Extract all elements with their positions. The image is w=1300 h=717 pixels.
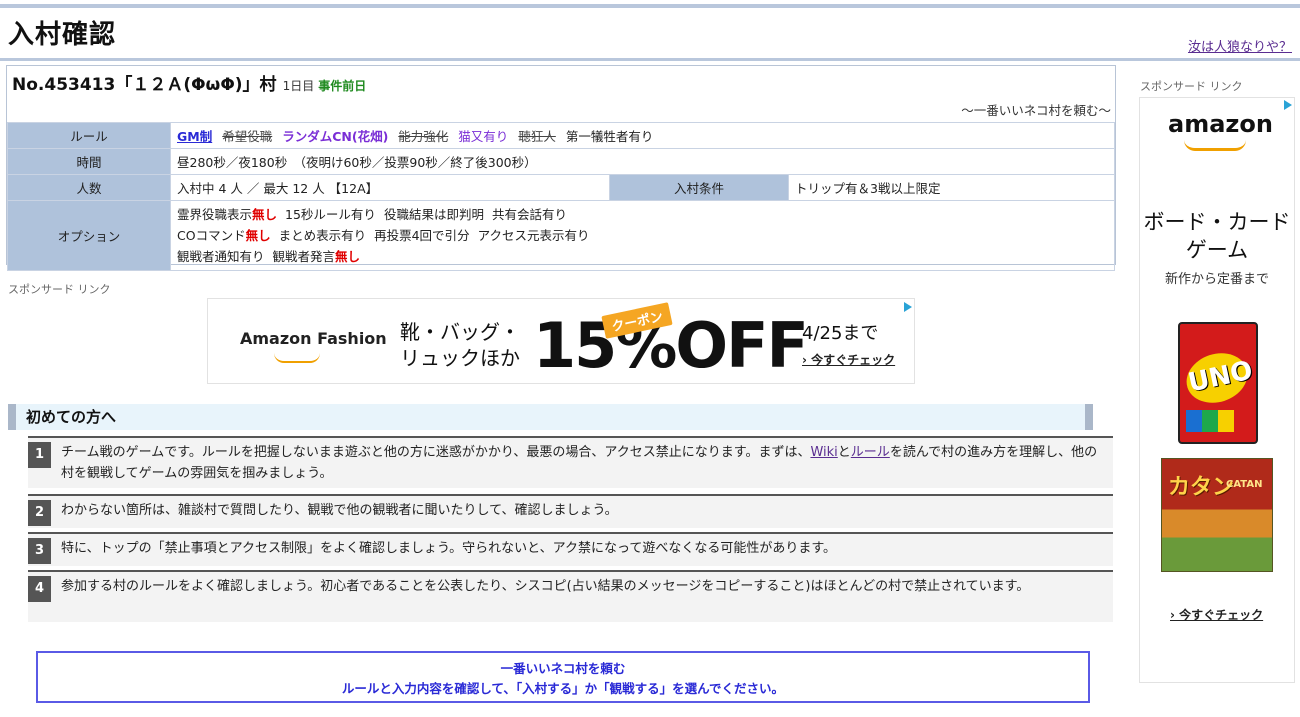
notice-number: 3 (28, 538, 51, 564)
sponsor-label: スポンサード リンク (8, 283, 111, 296)
village-phase: 事件前日 (318, 79, 367, 93)
banner-goods-line1: 靴・バッグ・ (400, 320, 520, 344)
opt-15sec: 15秒ルール有り (285, 207, 376, 222)
adchoices-icon[interactable] (1284, 100, 1292, 110)
side-ad-check-link[interactable]: › 今すぐチェック (1170, 606, 1263, 623)
notice-item-4: 4 参加する村のルールをよく確認しましょう。初心者であることを公表したり、シスコ… (28, 570, 1113, 622)
opt-co-none: 無し (245, 228, 271, 243)
home-link[interactable]: 汝は人狼なりや？ (1188, 36, 1292, 55)
cond-value: トリップ有＆3戦以上限定 (788, 174, 1115, 201)
uno-cards (1186, 410, 1250, 432)
opt-spectator-notice: 観戦者通知有り (177, 249, 265, 264)
notice-number: 2 (28, 500, 51, 526)
notice-text: 参加する村のルールをよく確認しましょう。初心者であることを公表したり、シスコピ(… (61, 579, 1030, 594)
time-row: 時間 昼280秒／夜180秒 （夜明け60秒／投票90秒／終了後300秒） (7, 148, 1115, 175)
opt-spectator-talk: 観戦者発言 (272, 249, 336, 264)
first-time-title: 初めての方へ (8, 404, 1093, 430)
rule-gisei: 第一犠牲者有り (565, 129, 654, 144)
notice-text: 特に、トップの「禁止事項とアクセス制限」をよく確認しましょう。守られないと、アク… (61, 541, 837, 556)
banner-ad[interactable]: Amazon Fashion 靴・バッグ・ リュックほか 15%OFF クーポン… (207, 298, 915, 384)
notice-item-1: 1 チーム戦のゲームです。ルールを把握しないまま遊ぶと他の方に迷惑がかかり、最悪… (28, 436, 1113, 488)
ninzu-label: 人数 (7, 174, 171, 201)
amazon-smile-icon (274, 353, 320, 363)
notice-item-3: 3 特に、トップの「禁止事項とアクセス制限」をよく確認しましょう。守られないと、… (28, 532, 1113, 566)
notice-text-part: チーム戦のゲームです。ルールを把握しないまま遊ぶと他の方に迷惑がかかり、最悪の場… (61, 445, 811, 460)
catan-logo-text: カタン (1168, 474, 1235, 500)
rule-nouryoku: 能力強化 (398, 129, 449, 144)
option-label: オプション (7, 200, 171, 271)
banner-goods: 靴・バッグ・ リュックほか (400, 319, 520, 371)
notice-item-2: 2 わからない箇所は、雑談村で質問したり、観戦で他の観戦者に聞いたりして、確認し… (28, 494, 1113, 528)
side-ad[interactable]: amazon ボード・カードゲーム 新作から定番まで UNO カタン CATAN… (1139, 97, 1295, 683)
side-ad-heading: ボード・カードゲーム (1143, 210, 1291, 262)
cond-label: 入村条件 (609, 174, 789, 201)
rule-gm-link[interactable]: GM制 (177, 129, 212, 144)
title-rule (0, 58, 1300, 61)
opt-kyouyu: 共有会話有り (491, 207, 567, 222)
top-rule (0, 4, 1300, 8)
side-ad-sub: 新作から定番まで (1164, 272, 1269, 287)
page-title: 入村確認 (8, 20, 117, 50)
rule-row: ルール GM制 希望役職 ランダムCN(花畑) 能力強化 猫又有り 聴狂人 第一犠牲者有り (7, 122, 1115, 149)
notice-number: 4 (28, 576, 51, 602)
side-ad-brand: amazon (1168, 110, 1273, 138)
side-sponsor-label: スポンサード リンク (1140, 80, 1243, 93)
banner-check-link[interactable]: › 今すぐチェック (802, 351, 895, 368)
opt-reikai: 霊界役職表示 (177, 207, 253, 222)
opt-matome: まとめ表示有り (278, 228, 367, 243)
opt-reikai-none: 無し (252, 207, 278, 222)
time-value: 昼280秒／夜180秒 （夜明け60秒／投票90秒／終了後300秒） (170, 148, 1115, 175)
village-title: No.453413「１２Ａ(ΦωΦ)」村 (12, 75, 277, 95)
ninzu-row: 人数 入村中 4 人 ／ 最大 12 人 【12A】 入村条件 トリップ有＆3戦… (7, 174, 1115, 201)
wiki-link[interactable]: Wiki (810, 445, 837, 460)
notice-text-part: と (837, 445, 851, 460)
opt-access: アクセス元表示有り (477, 228, 590, 243)
rule-random-cn: ランダムCN(花畑) (282, 129, 389, 144)
confirm-message: 一番いいネコ村を頼む ルールと入力内容を確認して、「入村する」か「観戦する」を選… (36, 651, 1090, 703)
rule-link[interactable]: ルール (851, 445, 890, 460)
time-label: 時間 (7, 148, 171, 175)
rule-kibou: 希望役職 (222, 129, 273, 144)
banner-brand: Amazon Fashion (240, 329, 387, 348)
banner-goods-line2: リュックほか (400, 346, 520, 370)
option-row: オプション 霊界役職表示無し 15秒ルール有り 役職結果は即判明 共有会話有り COコ… (7, 200, 1115, 271)
opt-revote: 再投票4回で引分 (374, 228, 470, 243)
rule-kyoujin: 聴狂人 (518, 129, 556, 144)
amazon-smile-icon (1184, 140, 1246, 151)
ninzu-value: 入村中 4 人 ／ 最大 12 人 【12A】 (170, 174, 610, 201)
opt-result: 役職結果は即判明 (383, 207, 484, 222)
rule-values: GM制 希望役職 ランダムCN(花畑) 能力強化 猫又有り 聴狂人 第一犠牲者有り (170, 122, 1115, 149)
catan-logo-sub: CATAN (1226, 479, 1263, 490)
confirm-line1: 一番いいネコ村を頼む (500, 661, 626, 676)
uno-product-image[interactable]: UNO (1178, 322, 1258, 444)
notice-text: チーム戦のゲームです。ルールを把握しないまま遊ぶと他の方に迷惑がかかり、最悪の場… (61, 438, 1113, 490)
catan-product-image[interactable]: カタン CATAN (1161, 458, 1273, 572)
option-values: 霊界役職表示無し 15秒ルール有り 役職結果は即判明 共有会話有り COコマンド無しま… (170, 200, 1115, 271)
village-info-table: ルール GM制 希望役職 ランダムCN(花畑) 能力強化 猫又有り 聴狂人 第一犠牲者有り … (7, 122, 1115, 271)
notice-number: 1 (28, 442, 51, 468)
village-slogan: ～一番いいネコ村を頼む～ (961, 103, 1111, 118)
opt-co: COコマンド (177, 228, 246, 243)
adchoices-icon[interactable] (904, 302, 912, 312)
village-header: No.453413「１２Ａ(ΦωΦ)」村 1日目 事件前日 (12, 70, 366, 95)
village-day: 1日目 (282, 79, 315, 93)
notice-text: わからない箇所は、雑談村で質問したり、観戦で他の観戦者に聞いたりして、確認しまし… (61, 503, 618, 518)
banner-until: 4/25まで (802, 323, 879, 344)
village-info-box: No.453413「１２Ａ(ΦωΦ)」村 1日目 事件前日 ～一番いいネコ村を頼む～… (6, 65, 1116, 271)
rule-label: ルール (7, 122, 171, 149)
opt-spectator-talk-none: 無し (335, 249, 361, 264)
confirm-line2: ルールと入力内容を確認して、「入村する」か「観戦する」を選んでください。 (341, 681, 785, 696)
rule-nekomata: 猫又有り (458, 129, 509, 144)
